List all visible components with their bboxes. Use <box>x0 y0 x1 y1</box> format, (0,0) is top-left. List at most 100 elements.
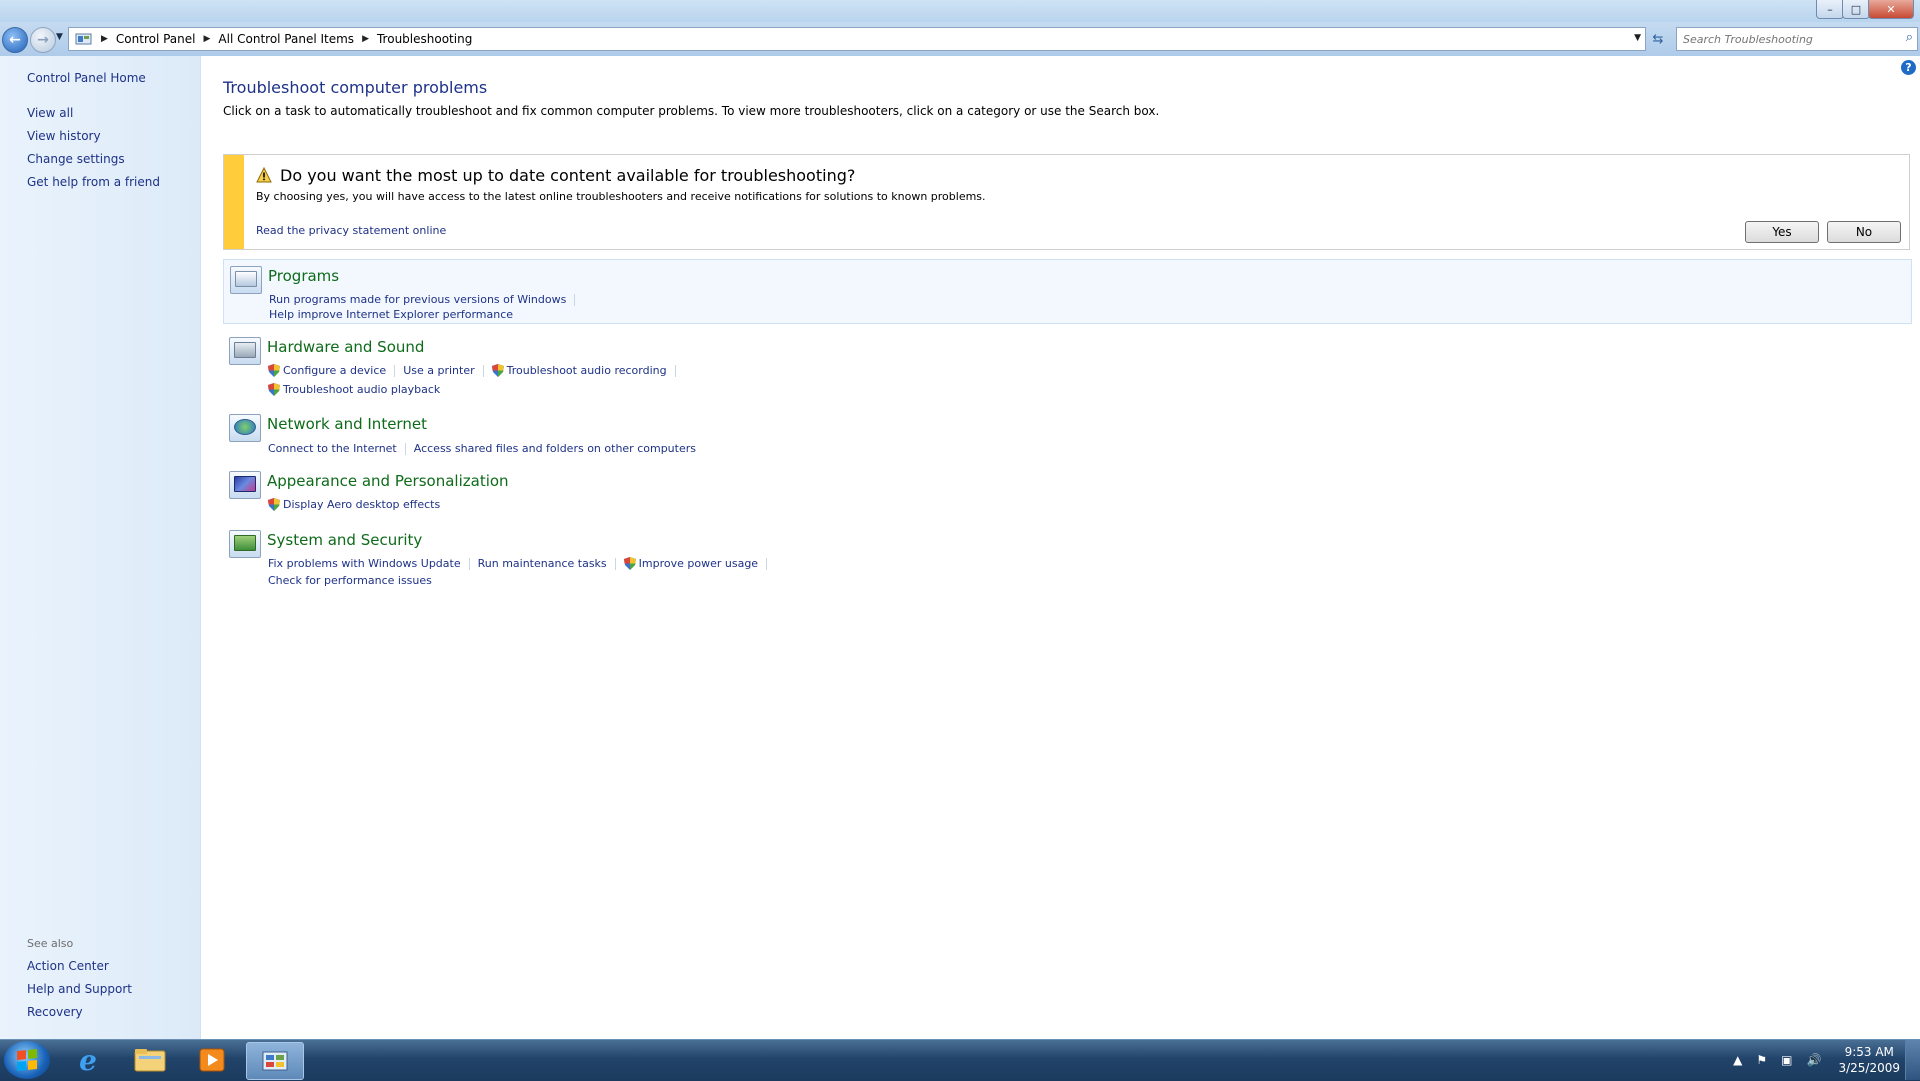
category-heading-appearance-and-personalization[interactable]: Appearance and Personalization <box>267 472 509 490</box>
taskbar-control-panel[interactable] <box>246 1042 304 1080</box>
show-desktop-button[interactable] <box>1905 1040 1920 1080</box>
category-network-and-internet: Network and Internet Connect to the Inte… <box>223 408 1910 458</box>
action-center-flag-icon[interactable]: ⚑ <box>1756 1053 1767 1067</box>
uac-shield-icon <box>623 557 636 570</box>
appearance-links-row-1: Display Aero desktop effects <box>268 498 440 511</box>
breadcrumb: ▶ Control Panel ▶ All Control Panel Item… <box>93 28 472 50</box>
system-tray: ▲ ⚑ ▣ 🔊 9:53 AM 3/25/2009 <box>1726 1040 1900 1080</box>
breadcrumb-chevron-icon[interactable]: ▶ <box>101 34 108 44</box>
sidebar: Control Panel Home View all View history… <box>0 56 201 1039</box>
programs-icon[interactable] <box>230 266 262 294</box>
category-heading-hardware-and-sound[interactable]: Hardware and Sound <box>267 338 424 356</box>
back-arrow-icon: ← <box>9 32 21 48</box>
link-check-performance-issues[interactable]: Check for performance issues <box>268 574 432 587</box>
search-input[interactable] <box>1681 28 1885 50</box>
see-also-action-center[interactable]: Action Center <box>27 959 109 973</box>
close-button[interactable]: ✕ <box>1868 0 1914 19</box>
link-run-maintenance-tasks[interactable]: Run maintenance tasks <box>478 557 607 570</box>
hardware-and-sound-icon[interactable] <box>229 337 261 365</box>
link-divider <box>614 557 616 570</box>
navigation-bar: ← → ▼ ▶ Control Panel ▶ All Control Pane… <box>0 22 1920 56</box>
appearance-and-personalization-icon[interactable] <box>229 471 261 499</box>
no-button[interactable]: No <box>1827 221 1901 243</box>
sidebar-item-control-panel-home[interactable]: Control Panel Home <box>27 71 146 85</box>
taskbar-media-player[interactable] <box>184 1042 240 1078</box>
breadcrumb-control-panel[interactable]: Control Panel <box>116 32 196 46</box>
link-display-aero-effects[interactable]: Display Aero desktop effects <box>268 498 440 511</box>
start-button[interactable] <box>4 1041 50 1079</box>
category-heading-network-and-internet[interactable]: Network and Internet <box>267 415 427 433</box>
page-description: Click on a task to automatically trouble… <box>223 104 1160 118</box>
link-improve-power-usage[interactable]: Improve power usage <box>623 557 758 570</box>
taskbar-internet-explorer[interactable]: e <box>60 1042 116 1078</box>
system-and-security-icon[interactable] <box>229 530 261 558</box>
breadcrumb-chevron-icon[interactable]: ▶ <box>204 34 211 44</box>
see-also-recovery[interactable]: Recovery <box>27 1005 83 1019</box>
link-use-printer[interactable]: Use a printer <box>403 364 474 377</box>
privacy-statement-link[interactable]: Read the privacy statement online <box>256 224 446 237</box>
help-icon[interactable]: ? <box>1901 60 1916 75</box>
clock[interactable]: 9:53 AM 3/25/2009 <box>1838 1044 1900 1076</box>
sidebar-item-view-all[interactable]: View all <box>27 106 73 120</box>
link-run-previous-versions[interactable]: Run programs made for previous versions … <box>269 293 566 306</box>
forward-arrow-icon: → <box>37 32 49 48</box>
link-configure-device[interactable]: Configure a device <box>268 364 386 377</box>
maximize-button[interactable]: □ <box>1842 0 1870 19</box>
forward-button[interactable]: → <box>30 27 56 53</box>
warning-stripe <box>224 155 244 249</box>
search-box[interactable]: ⌕ <box>1676 27 1918 51</box>
refresh-icon: ⇆ <box>1652 31 1664 47</box>
link-troubleshoot-audio-recording[interactable]: Troubleshoot audio recording <box>491 364 667 377</box>
see-also-help-and-support[interactable]: Help and Support <box>27 982 132 996</box>
online-content-prompt: Do you want the most up to date content … <box>223 154 1910 250</box>
category-heading-programs[interactable]: Programs <box>268 267 339 285</box>
volume-icon[interactable]: 🔊 <box>1807 1053 1822 1067</box>
category-heading-system-and-security[interactable]: System and Security <box>267 531 422 549</box>
control-panel-icon <box>75 33 92 45</box>
breadcrumb-troubleshooting[interactable]: Troubleshooting <box>377 32 472 46</box>
page-title: Troubleshoot computer problems <box>223 78 488 97</box>
clock-time: 9:53 AM <box>1844 1045 1894 1059</box>
link-divider <box>468 557 470 570</box>
link-divider <box>766 557 768 570</box>
control-panel-icon <box>262 1051 288 1071</box>
warning-icon <box>256 167 272 183</box>
title-bar: – □ ✕ <box>0 0 1920 22</box>
link-divider <box>394 364 396 377</box>
breadcrumb-all-items[interactable]: All Control Panel Items <box>218 32 354 46</box>
back-button[interactable]: ← <box>2 27 28 53</box>
category-programs: Programs Run programs made for previous … <box>223 259 1912 324</box>
category-hardware-and-sound: Hardware and Sound Configure a device Us… <box>223 331 1910 401</box>
link-troubleshoot-audio-playback[interactable]: Troubleshoot audio playback <box>268 383 440 396</box>
show-hidden-icons-icon[interactable]: ▲ <box>1733 1053 1742 1067</box>
network-links-row-1: Connect to the Internet Access shared fi… <box>268 442 696 455</box>
system-links-row-2: Check for performance issues <box>268 574 432 587</box>
link-divider <box>674 364 676 377</box>
address-dropdown-icon[interactable]: ▼ <box>1634 33 1641 43</box>
sidebar-item-change-settings[interactable]: Change settings <box>27 152 125 166</box>
refresh-button[interactable]: ⇆ <box>1646 27 1670 51</box>
network-and-internet-icon[interactable] <box>229 414 261 442</box>
link-improve-ie-performance[interactable]: Help improve Internet Explorer performan… <box>269 308 513 321</box>
media-player-icon <box>199 1048 225 1072</box>
uac-shield-icon <box>268 498 280 511</box>
minimize-button[interactable]: – <box>1816 0 1844 19</box>
system-links-row-1: Fix problems with Windows Update Run mai… <box>268 557 775 570</box>
breadcrumb-chevron-icon[interactable]: ▶ <box>362 34 369 44</box>
sidebar-item-get-help-from-friend[interactable]: Get help from a friend <box>27 175 160 189</box>
link-access-shared-files[interactable]: Access shared files and folders on other… <box>414 442 696 455</box>
search-icon[interactable]: ⌕ <box>1906 30 1913 45</box>
folder-icon <box>134 1049 166 1072</box>
address-bar[interactable]: ▶ Control Panel ▶ All Control Panel Item… <box>68 27 1646 51</box>
taskbar-windows-explorer[interactable] <box>122 1042 178 1078</box>
recent-pages-dropdown[interactable]: ▼ <box>56 32 63 42</box>
sidebar-item-view-history[interactable]: View history <box>27 129 101 143</box>
hardware-links-row-2: Troubleshoot audio playback <box>268 383 440 396</box>
link-connect-to-internet[interactable]: Connect to the Internet <box>268 442 397 455</box>
link-divider <box>482 364 484 377</box>
link-divider <box>574 293 576 306</box>
taskbar: e ▲ ⚑ ▣ 🔊 9:53 AM 3/25/2009 <box>0 1039 1920 1081</box>
network-icon[interactable]: ▣ <box>1781 1053 1792 1067</box>
yes-button[interactable]: Yes <box>1745 221 1819 243</box>
link-fix-windows-update[interactable]: Fix problems with Windows Update <box>268 557 461 570</box>
